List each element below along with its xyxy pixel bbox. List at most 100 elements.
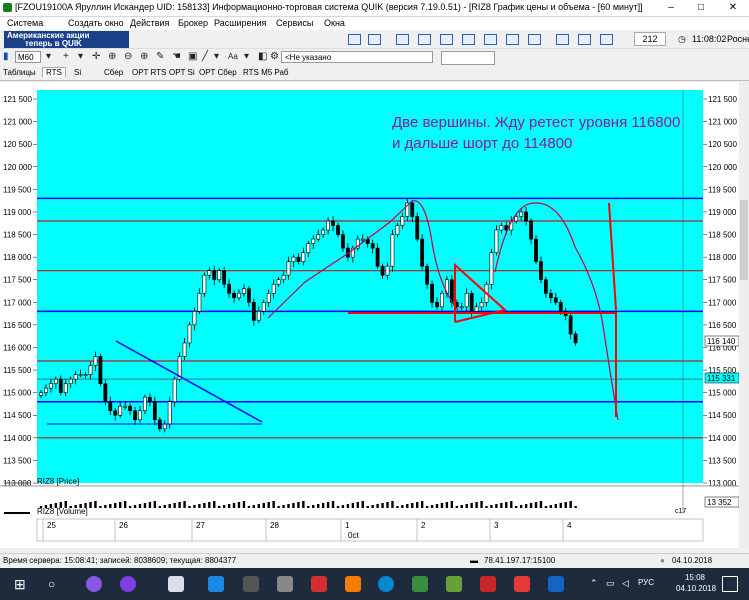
candle-body [192,311,197,326]
tab-si[interactable]: Si [74,68,81,77]
table-icon[interactable] [484,34,497,45]
volume-bar [143,503,147,508]
toolbar-icon[interactable] [600,34,613,45]
menu-create-window[interactable]: Создать окно [68,18,124,28]
trading-app-icon[interactable] [446,576,462,592]
menu-windows[interactable]: Окна [324,18,345,28]
tab-sber[interactable]: Сбер [104,68,123,77]
volume-bar [232,503,236,508]
vertical-scrollbar[interactable] [739,82,749,548]
instrument-field[interactable] [441,51,495,65]
add-icon[interactable]: + [63,52,69,62]
volume-bar [114,503,117,508]
candle-body [331,220,335,226]
maximize-button[interactable]: □ [690,1,712,14]
pen-icon[interactable] [243,576,259,592]
price-axis-label-right: 120 500 [708,140,737,149]
crosshair-icon[interactable]: ✛ [92,52,100,62]
menu-services[interactable]: Сервисы [276,18,313,28]
zoom-in-icon[interactable]: ⊕ [140,52,148,62]
menu-actions[interactable]: Действия [130,18,169,28]
timeframe-select[interactable]: M60 [15,51,41,63]
tab-opt-rts[interactable]: OPT RTS [132,68,166,77]
menu-extensions[interactable]: Расширения [214,18,266,28]
table-icon[interactable] [528,34,541,45]
volume-bar [519,505,523,508]
network-tray-icon[interactable]: ▭ [606,578,615,589]
alice-icon[interactable] [86,576,102,592]
zoom-out-icon[interactable]: ⊖ [124,52,132,62]
language-indicator[interactable]: РУС [638,578,654,587]
table-icon[interactable] [418,34,431,45]
instrument-select[interactable]: <Не указано [281,51,433,63]
volume-tray-icon[interactable]: ◁ [622,578,629,589]
text-tool-icon[interactable]: Aa [228,52,238,62]
skype-icon[interactable] [378,576,394,592]
tab-rts[interactable]: RTS [42,67,66,77]
price-axis-label-left: 118 000 [3,253,32,262]
volume-bar [534,502,538,508]
volume-bar [247,506,251,508]
toolbar-icon[interactable] [368,34,381,45]
candle-body [242,288,246,294]
close-button[interactable]: ✕ [722,1,744,14]
app-icon[interactable] [548,576,564,592]
target-icon[interactable]: ⊕ [108,52,116,62]
volume-bar [163,505,166,508]
candle-body [58,378,63,393]
hand-icon[interactable]: ☚ [172,52,181,62]
chevron-down-icon[interactable]: ▾ [214,52,219,62]
quik-icon[interactable] [412,576,428,592]
toolbar-icon[interactable] [348,34,361,45]
tray-clock[interactable]: 15:08 04.10.2018 [676,572,716,594]
menu-system[interactable]: Система [7,18,43,28]
volume-bar [564,502,567,508]
notifications-icon[interactable] [722,576,738,592]
volume-bar [500,503,503,508]
ad-banner[interactable]: Американские акции теперь в QUIK [4,31,129,48]
tab-opt-sber[interactable]: OPT Сбер [199,68,237,77]
minimize-button[interactable]: – [660,1,682,14]
edge-icon[interactable] [208,576,224,592]
tab-rts-m5[interactable]: RTS M5 Раб [243,68,289,77]
table-icon[interactable] [506,34,519,45]
eraser-icon[interactable]: ◧ [258,52,267,62]
pencil-icon[interactable]: ✎ [156,52,164,62]
table-icon[interactable] [440,34,453,45]
windows-start-icon[interactable]: ⊞ [14,576,26,593]
yandex-icon[interactable] [480,576,496,592]
tab-tables[interactable]: Таблицы [3,68,36,77]
lock-icon[interactable]: ▣ [188,52,197,62]
tab-opt-si[interactable]: OPT Si [169,68,195,77]
chevron-down-icon[interactable]: ▾ [78,52,83,62]
tray-expand-icon[interactable]: ⌃ [590,578,598,589]
search-icon[interactable]: ○ [48,577,55,591]
microphone-icon[interactable] [120,576,136,592]
line-tool-icon[interactable]: ╱ [202,52,208,62]
candle-body [474,306,479,312]
status-dot-icon: ● [660,556,665,565]
volume-bar [237,502,241,508]
candle-body [553,297,558,303]
chevron-down-icon[interactable]: ▾ [244,52,249,62]
counter-field[interactable]: 212 [634,32,666,46]
yandex-browser-icon[interactable] [311,576,327,592]
menu-broker[interactable]: Брокер [178,18,208,28]
dropdown-icon[interactable]: ▾ [46,52,51,62]
calculator-icon[interactable] [277,576,293,592]
video-icon[interactable] [514,576,530,592]
chart-type-icon[interactable]: ▮ [3,52,9,62]
candle-body [548,292,553,299]
candle-body [479,302,484,308]
price-chart[interactable]: Две вершины. Жду ретест уровня 116800 и … [0,82,739,548]
toolbar-icon[interactable] [578,34,591,45]
task-view-icon[interactable] [168,576,184,592]
volume-bar [366,506,369,508]
toolbar-icon[interactable] [556,34,569,45]
table-icon[interactable] [462,34,475,45]
toolbar-icon[interactable] [396,34,409,45]
settings-icon[interactable]: ⚙ [270,52,279,62]
scrollbar-thumb[interactable] [740,200,748,280]
folder-icon[interactable] [345,576,361,592]
price-axis-label-left: 118 500 [3,231,32,240]
